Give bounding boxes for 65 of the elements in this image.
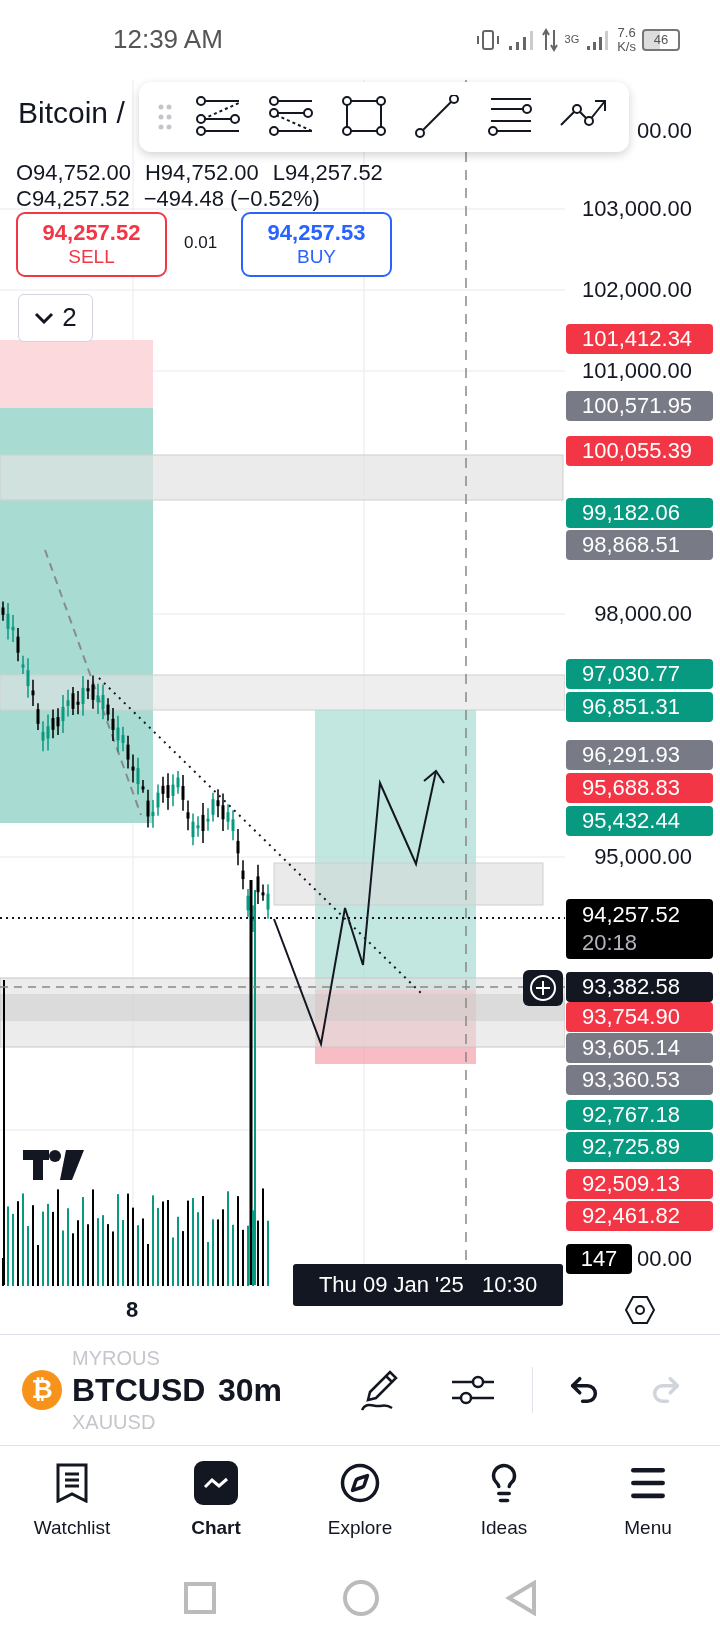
chart-line-icon <box>203 1476 229 1491</box>
data-speed: 7.6 <box>617 25 636 40</box>
coin-icon: ₿ <box>22 1369 62 1410</box>
price-marker: 100,571.95 <box>566 390 713 421</box>
volume-tag: 147 <box>566 1243 632 1274</box>
symbol-title: Bitcoin / <box>18 95 125 130</box>
price-marker: 93,605.14 <box>566 1032 713 1063</box>
price-marker: 92,509.13 <box>566 1168 713 1199</box>
add-button[interactable] <box>523 969 563 1006</box>
ohlc-value: H94,752.00 <box>145 159 259 186</box>
spread: 0.01 <box>184 232 218 253</box>
price-scale-label: 101,000.00 <box>581 356 692 385</box>
drag-handle-icon[interactable] <box>158 103 173 130</box>
close-change: −494.48 (−0.52%) <box>143 185 320 212</box>
ohlc-value: L94,257.52 <box>272 159 383 186</box>
nav-tab[interactable]: Ideas <box>432 1445 576 1556</box>
signal-icon <box>506 28 535 51</box>
price-marker: 93,754.90 <box>566 1001 713 1032</box>
crosshair-time-tag: Thu 09 Jan '25 10:30 <box>293 1263 563 1306</box>
price-marker: 96,291.93 <box>566 739 713 770</box>
price-marker: 97,030.77 <box>566 658 713 689</box>
price-marker: 95,432.44 <box>566 805 713 836</box>
last-price: 94,257.52 <box>582 900 681 929</box>
collapse-button[interactable]: 2 <box>18 293 93 342</box>
close-change: C94,257.52 <box>16 185 130 212</box>
nav-tab[interactable]: Explore <box>288 1445 432 1556</box>
price-marker: 99,182.06 <box>566 497 713 528</box>
price-marker: 101,412.34 <box>566 323 713 354</box>
interval-selector[interactable]: 30m <box>218 1369 283 1410</box>
clock: 12:39 AM <box>113 24 223 56</box>
nav-tab[interactable]: Chart <box>144 1445 288 1556</box>
price-marker: 98,868.51 <box>566 529 713 560</box>
price-marker: 92,725.89 <box>566 1131 713 1162</box>
network-type: 3G <box>564 34 580 46</box>
price-scale-label: 95,000.00 <box>594 842 692 871</box>
symbol-selector[interactable]: BTCUSD <box>72 1369 210 1410</box>
volume-scale-label: 00.00 <box>636 1244 692 1273</box>
vibrate-icon <box>474 28 501 51</box>
data-arrows-icon <box>540 27 559 52</box>
settings-icon[interactable] <box>624 1295 656 1326</box>
bar-countdown: 20:18 <box>582 928 639 957</box>
time-axis-label: 8 <box>126 1297 139 1324</box>
price-marker: 95,688.83 <box>566 772 713 803</box>
data-speed-unit: K/s <box>617 39 636 54</box>
nav-tab[interactable]: Menu <box>576 1445 720 1556</box>
price-scale-label: 102,000.00 <box>581 275 692 304</box>
price-marker: 96,851.31 <box>566 691 713 722</box>
price-scale-label: 98,000.00 <box>594 599 692 628</box>
price-scale-label: 103,000.00 <box>581 194 692 223</box>
crosshair-price-tag: 93,382.58 <box>566 971 713 1002</box>
nav-tab[interactable]: Watchlist <box>0 1445 144 1556</box>
compass-icon <box>339 1462 381 1505</box>
sell-button[interactable]: 94,257.52 SELL <box>16 211 167 277</box>
watchlist-icon <box>55 1463 89 1504</box>
price-scale-label: 00.00 <box>636 116 692 145</box>
price-marker: 100,055.39 <box>566 435 713 466</box>
battery-level: 46 <box>642 28 680 51</box>
logo-drawing <box>23 1149 84 1180</box>
price-marker: 92,461.82 <box>566 1200 713 1231</box>
buy-button[interactable]: 94,257.53 BUY <box>241 211 392 277</box>
plus-circle-icon <box>529 973 557 1002</box>
price-marker: 92,767.18 <box>566 1099 713 1130</box>
price-marker: 93,360.53 <box>566 1064 713 1095</box>
chevron-down-icon <box>34 311 55 324</box>
ohlc-value: O94,752.00 <box>16 159 131 186</box>
